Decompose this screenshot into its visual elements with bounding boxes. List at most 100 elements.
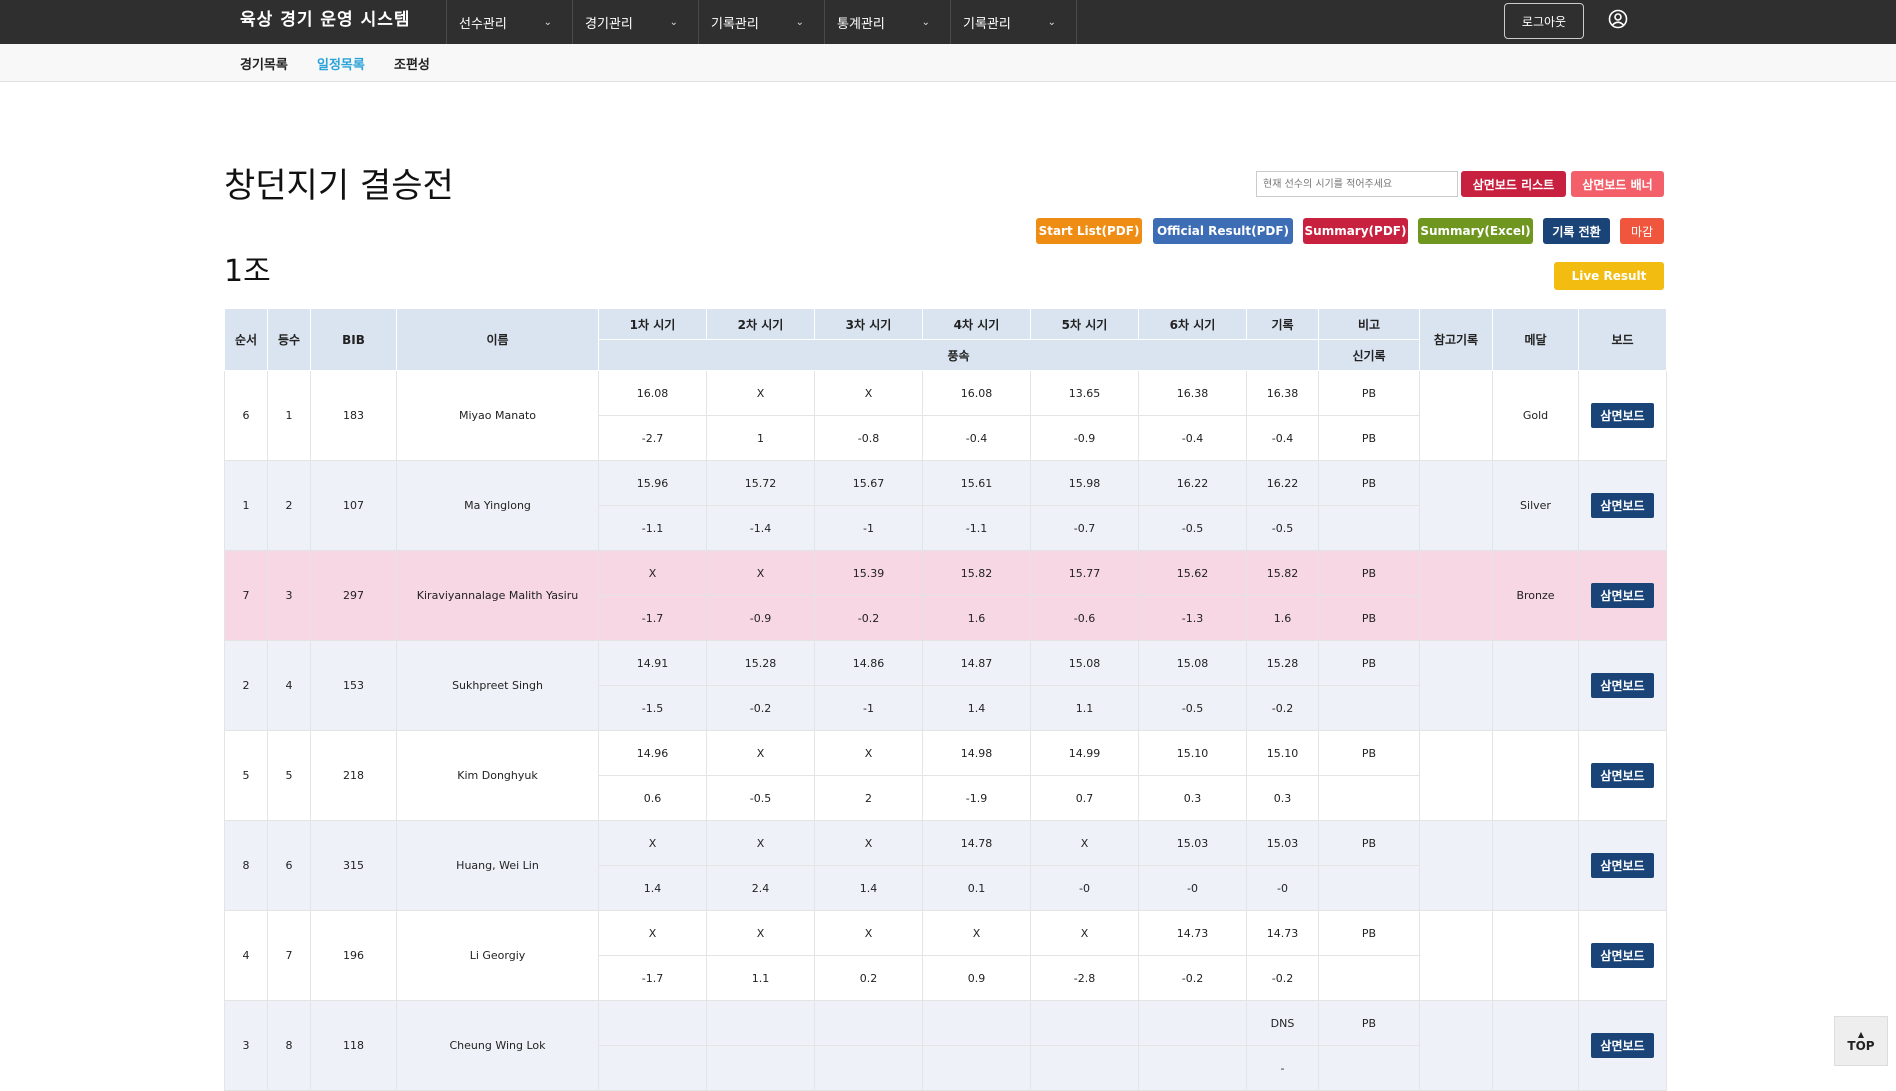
- medal-cell: [1492, 640, 1579, 731]
- rank-cell: 6: [267, 820, 311, 911]
- attempt-cell: X: [1030, 910, 1139, 956]
- attempt-cell: X: [706, 820, 815, 866]
- scoreboard-button[interactable]: 삼면보드: [1591, 853, 1654, 878]
- attempt-cell: X: [814, 820, 923, 866]
- wind-cell: -0.2: [706, 685, 815, 731]
- athlete-row: 3 8 118 Cheung Wing Lok DNS PB 삼면보드: [224, 1000, 1667, 1091]
- menu-records[interactable]: 기록관리 ⌄: [699, 0, 825, 44]
- wind-cell: -1.1: [922, 505, 1031, 551]
- ref-record-cell: [1419, 730, 1493, 821]
- ref-record-cell: [1419, 460, 1493, 551]
- wind-cell: 0.3: [1138, 775, 1247, 821]
- scoreboard-button[interactable]: 삼면보드: [1591, 1033, 1654, 1058]
- attempt-cell: 14.86: [814, 640, 923, 686]
- remark-cell: PB: [1318, 730, 1420, 776]
- order-cell: 3: [224, 1000, 268, 1091]
- scoreboard-button[interactable]: 삼면보드: [1591, 403, 1654, 428]
- scoreboard-button[interactable]: 삼면보드: [1591, 583, 1654, 608]
- record-cell: 14.73: [1246, 910, 1319, 956]
- main-menu: 선수관리 ⌄ 경기관리 ⌄ 기록관리 ⌄ 통계관리 ⌄ 기록관리 ⌄: [446, 0, 1077, 44]
- scoreboard-button[interactable]: 삼면보드: [1591, 943, 1654, 968]
- record-switch-button[interactable]: 기록 전환: [1543, 218, 1610, 244]
- wind-cell: [1030, 1045, 1139, 1091]
- menu-records-2[interactable]: 기록관리 ⌄: [951, 0, 1077, 44]
- attempt-cell: 15.98: [1030, 460, 1139, 506]
- medal-cell: [1492, 820, 1579, 911]
- record-cell: DNS: [1246, 1000, 1319, 1046]
- scoreboard-banner-button[interactable]: 삼면보드 배너: [1571, 171, 1664, 197]
- wind-record-cell: -0.5: [1246, 505, 1319, 551]
- wind-cell: -2.8: [1030, 955, 1139, 1001]
- athlete-row: 2 4 153 Sukhpreet Singh 14.91 15.28 14.86 14.87…: [224, 640, 1667, 731]
- live-result-button[interactable]: Live Result: [1554, 262, 1664, 290]
- menu-competitions[interactable]: 경기관리 ⌄: [573, 0, 699, 44]
- group-title: 1조: [224, 254, 271, 289]
- menu-label: 통계관리: [837, 16, 885, 32]
- subnav-competition-list[interactable]: 경기목록: [240, 54, 288, 73]
- wind-cell: 2: [814, 775, 923, 821]
- attempt-cell: 15.10: [1138, 730, 1247, 776]
- rank-cell: 3: [267, 550, 311, 641]
- record-cell: 15.82: [1246, 550, 1319, 596]
- wind-record-cell: -0: [1246, 865, 1319, 911]
- wind-cell: -0.5: [1138, 505, 1247, 551]
- new-record-cell: [1318, 505, 1420, 551]
- col-medal: 메달: [1492, 308, 1579, 371]
- new-record-cell: PB: [1318, 415, 1420, 461]
- col-ref-record: 참고기록: [1419, 308, 1493, 371]
- user-account-icon[interactable]: [1608, 9, 1628, 29]
- scoreboard-button[interactable]: 삼면보드: [1591, 763, 1654, 788]
- wind-cell: -1.4: [706, 505, 815, 551]
- top-label: TOP: [1847, 1038, 1875, 1053]
- attempt-cell: 15.28: [706, 640, 815, 686]
- col-attempt-4: 4차 시기: [922, 308, 1031, 340]
- menu-statistics[interactable]: 통계관리 ⌄: [825, 0, 951, 44]
- col-rank: 등수: [267, 308, 311, 371]
- scoreboard-button[interactable]: 삼면보드: [1591, 673, 1654, 698]
- summary-excel-button[interactable]: Summary(Excel): [1418, 218, 1533, 244]
- menu-athletes[interactable]: 선수관리 ⌄: [447, 0, 573, 44]
- record-cell: 15.10: [1246, 730, 1319, 776]
- wind-cell: -1.7: [598, 955, 707, 1001]
- attempt-input[interactable]: [1256, 171, 1458, 197]
- close-button[interactable]: 마감: [1620, 218, 1664, 244]
- attempt-cell: 15.77: [1030, 550, 1139, 596]
- order-cell: 7: [224, 550, 268, 641]
- medal-cell: Gold: [1492, 370, 1579, 461]
- attempt-cell: [598, 1000, 707, 1046]
- col-name: 이름: [396, 308, 599, 371]
- attempt-cell: 15.08: [1138, 640, 1247, 686]
- wind-cell: [1138, 1045, 1247, 1091]
- ref-record-cell: [1419, 550, 1493, 641]
- bib-cell: 153: [310, 640, 397, 731]
- bib-cell: 183: [310, 370, 397, 461]
- summary-pdf-button[interactable]: Summary(PDF): [1303, 218, 1408, 244]
- new-record-cell: [1318, 685, 1420, 731]
- wind-cell: 1.4: [598, 865, 707, 911]
- scoreboard-button[interactable]: 삼면보드: [1591, 493, 1654, 518]
- start-list-pdf-button[interactable]: Start List(PDF): [1036, 218, 1142, 244]
- new-record-cell: [1318, 775, 1420, 821]
- scoreboard-list-button[interactable]: 삼면보드 리스트: [1461, 171, 1566, 197]
- scroll-top-button[interactable]: ▲ TOP: [1834, 1016, 1888, 1066]
- new-record-cell: [1318, 955, 1420, 1001]
- app-brand[interactable]: 육상 경기 운영 시스템: [240, 0, 411, 44]
- menu-label: 경기관리: [585, 16, 633, 32]
- board-cell: 삼면보드: [1578, 460, 1667, 551]
- wind-cell: -0.7: [1030, 505, 1139, 551]
- order-cell: 5: [224, 730, 268, 821]
- subnav-schedule-list[interactable]: 일정목록: [317, 54, 365, 73]
- subnav-grouping[interactable]: 조편성: [394, 54, 430, 73]
- wind-cell: 2.4: [706, 865, 815, 911]
- wind-cell: -1: [814, 505, 923, 551]
- chevron-down-icon: ⌄: [543, 16, 552, 28]
- wind-cell: 0.1: [922, 865, 1031, 911]
- attempt-cell: 16.08: [598, 370, 707, 416]
- attempt-cell: 15.08: [1030, 640, 1139, 686]
- official-result-pdf-button[interactable]: Official Result(PDF): [1153, 218, 1293, 244]
- medal-cell: [1492, 1000, 1579, 1091]
- logout-button[interactable]: 로그아웃: [1504, 3, 1584, 39]
- athlete-row: 8 6 315 Huang, Wei Lin X X X 14.78 X 15.03 15.03 PB…: [224, 820, 1667, 911]
- remark-cell: PB: [1318, 460, 1420, 506]
- attempt-cell: 13.65: [1030, 370, 1139, 416]
